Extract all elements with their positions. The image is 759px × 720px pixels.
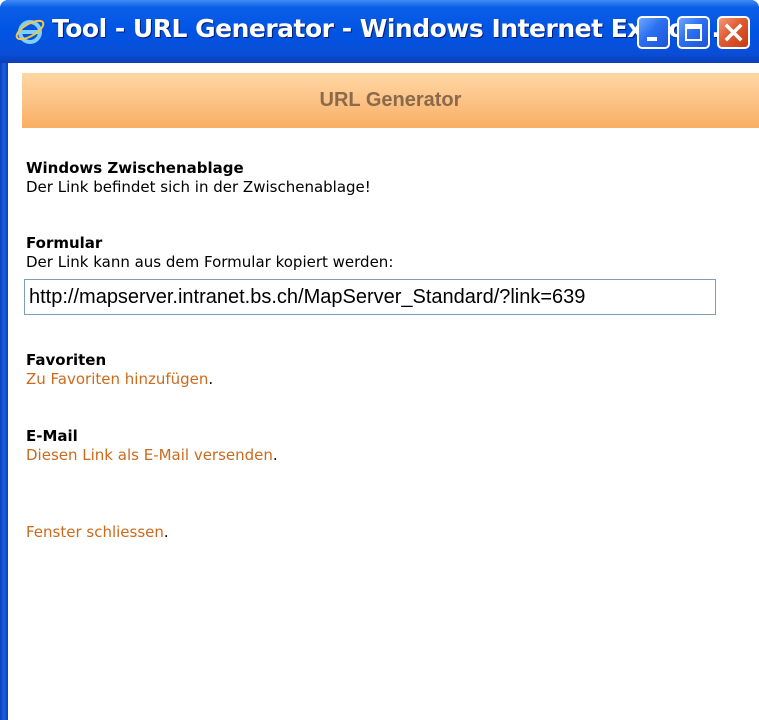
add-favorites-link[interactable]: Zu Favoriten hinzufügen — [26, 370, 208, 388]
header-bar: URL Generator — [22, 73, 759, 128]
email-line: Diesen Link als E-Mail versenden. — [26, 446, 278, 465]
close-suffix: . — [163, 523, 169, 541]
window-border-left — [0, 63, 8, 720]
maximize-button[interactable] — [677, 16, 710, 49]
favorites-line: Zu Favoriten hinzufügen. — [26, 370, 213, 389]
send-email-link[interactable]: Diesen Link als E-Mail versenden — [26, 446, 273, 464]
window-title: Tool - URL Generator - Windows Internet … — [52, 14, 721, 43]
form-heading: Formular — [26, 234, 103, 252]
clipboard-heading: Windows Zwischenablage — [26, 159, 244, 177]
email-suffix: . — [272, 446, 278, 464]
close-window-link[interactable]: Fenster schliessen — [26, 523, 164, 541]
page-content: URL Generator Windows Zwischenablage Der… — [8, 63, 759, 720]
browser-window: Tool - URL Generator - Windows Internet … — [0, 0, 759, 720]
clipboard-text: Der Link befindet sich in der Zwischenab… — [26, 178, 371, 196]
favorites-heading: Favoriten — [26, 351, 107, 369]
form-text: Der Link kann aus dem Formular kopiert w… — [26, 253, 394, 271]
url-field[interactable] — [24, 279, 716, 315]
email-section: E-Mail Diesen Link als E-Mail versenden. — [26, 427, 278, 465]
email-heading: E-Mail — [26, 427, 78, 445]
page-title: URL Generator — [319, 89, 462, 111]
clipboard-section: Windows Zwischenablage Der Link befindet… — [26, 159, 371, 197]
close-button[interactable] — [717, 16, 750, 49]
maximize-icon — [685, 24, 702, 41]
form-section: Formular Der Link kann aus dem Formular … — [26, 234, 393, 272]
minimize-button[interactable] — [637, 16, 670, 49]
close-icon — [724, 23, 743, 42]
favorites-section: Favoriten Zu Favoriten hinzufügen. — [26, 351, 213, 389]
close-section: Fenster schliessen. — [26, 523, 169, 542]
title-bar[interactable]: Tool - URL Generator - Windows Internet … — [0, 0, 759, 63]
minimize-icon — [647, 37, 657, 41]
close-line: Fenster schliessen. — [26, 523, 169, 542]
favorites-suffix: . — [208, 370, 214, 388]
ie-icon — [15, 19, 45, 44]
